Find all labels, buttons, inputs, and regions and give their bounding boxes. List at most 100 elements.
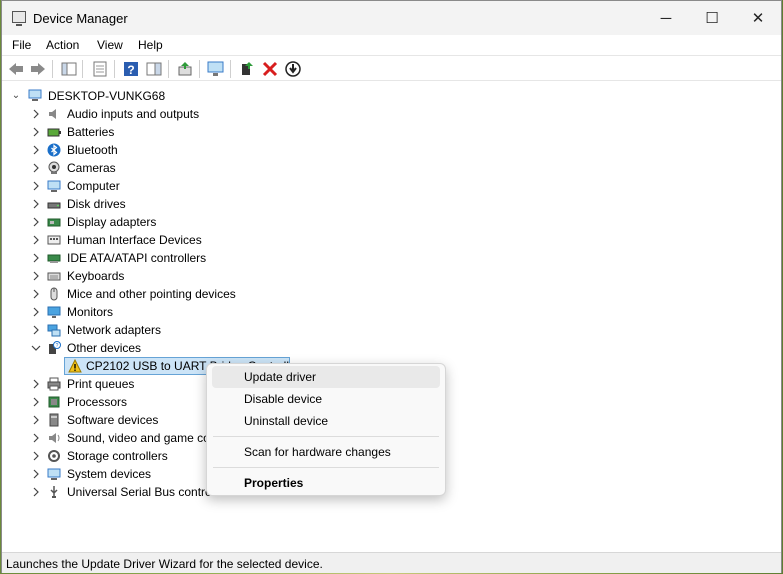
tree-category-human-interface-devices[interactable]: Human Interface Devices: [2, 231, 302, 249]
minimize-button[interactable]: ─: [643, 1, 689, 35]
tree-category-mice-and-other-pointing-devices[interactable]: Mice and other pointing devices: [2, 285, 302, 303]
tree-category-label: IDE ATA/ATAPI controllers: [67, 251, 207, 265]
processor-icon: [47, 395, 61, 409]
ctx-scan-hardware-label: Scan for hardware changes: [244, 445, 391, 459]
uninstall-device-icon[interactable]: [261, 60, 279, 78]
tree-category-label: Processors: [67, 395, 128, 409]
tree-category-label: Bluetooth: [67, 143, 118, 157]
tree-category-label: Cameras: [67, 161, 116, 175]
chevron-right-icon[interactable]: [30, 303, 42, 321]
network-adapter-icon: [47, 323, 61, 337]
printer-icon: [47, 377, 61, 391]
ctx-properties[interactable]: Properties: [212, 472, 440, 494]
menu-file[interactable]: File: [12, 38, 31, 52]
hid-icon: [47, 233, 61, 247]
chevron-right-icon[interactable]: [30, 177, 42, 195]
chevron-right-icon[interactable]: [30, 483, 42, 501]
chevron-right-icon[interactable]: [30, 195, 42, 213]
tree-category-bluetooth[interactable]: Bluetooth: [2, 141, 302, 159]
ctx-update-driver[interactable]: Update driver: [212, 366, 440, 388]
tree-category-batteries[interactable]: Batteries: [2, 123, 302, 141]
tree-category-label: Storage controllers: [67, 449, 168, 463]
device-manager-app-icon: [12, 11, 26, 26]
forward-arrow-icon[interactable]: [29, 60, 47, 78]
tree-category-audio-inputs-and-outputs[interactable]: Audio inputs and outputs: [2, 105, 302, 123]
mouse-icon: [47, 287, 61, 301]
chevron-down-icon[interactable]: ⌄: [10, 87, 22, 105]
tree-category-label: Audio inputs and outputs: [67, 107, 200, 121]
tree-category-label: Other devices: [67, 341, 142, 355]
menu-help[interactable]: Help: [138, 38, 163, 52]
chevron-down-icon[interactable]: [30, 339, 42, 357]
ctx-disable-device-label: Disable device: [244, 392, 323, 406]
disk-drive-icon: [47, 197, 61, 211]
scan-hardware-icon[interactable]: [207, 60, 225, 78]
chevron-right-icon[interactable]: [30, 285, 42, 303]
chevron-right-icon[interactable]: [30, 141, 42, 159]
chevron-right-icon[interactable]: [30, 465, 42, 483]
storage-controller-icon: [47, 449, 61, 463]
disable-device-icon[interactable]: [284, 60, 302, 78]
keyboard-icon: [47, 269, 61, 283]
ctx-separator: [213, 467, 439, 468]
chevron-right-icon[interactable]: [30, 393, 42, 411]
chevron-right-icon[interactable]: [30, 105, 42, 123]
camera-icon: [47, 161, 61, 175]
chevron-right-icon[interactable]: [30, 375, 42, 393]
chevron-right-icon[interactable]: [30, 231, 42, 249]
computer-icon: [47, 179, 61, 193]
chevron-right-icon[interactable]: [30, 123, 42, 141]
tree-category-disk-drives[interactable]: Disk drives: [2, 195, 302, 213]
tree-category-label: Universal Serial Bus contro: [67, 485, 212, 499]
title-bar[interactable]: Device Manager ─ ☐ ✕: [2, 1, 781, 35]
menu-view[interactable]: View: [97, 38, 123, 52]
tree-category-label: Human Interface Devices: [67, 233, 202, 247]
tree-category-label: System devices: [67, 467, 152, 481]
tree-root[interactable]: ⌄ DESKTOP-VUNKG68: [2, 87, 302, 105]
show-hide-console-tree-icon[interactable]: [60, 60, 78, 78]
tree-category-label: Mice and other pointing devices: [67, 287, 236, 301]
properties-icon[interactable]: [91, 60, 109, 78]
ctx-scan-hardware[interactable]: Scan for hardware changes: [212, 441, 440, 463]
usb-icon: [47, 485, 61, 499]
close-button[interactable]: ✕: [735, 1, 781, 35]
chevron-right-icon[interactable]: [30, 249, 42, 267]
chevron-right-icon[interactable]: [30, 321, 42, 339]
maximize-button[interactable]: ☐: [689, 1, 735, 35]
chevron-right-icon[interactable]: [30, 447, 42, 465]
tree-category-network-adapters[interactable]: Network adapters: [2, 321, 302, 339]
update-driver-icon[interactable]: [176, 60, 194, 78]
warning-device-icon: [68, 358, 82, 373]
bluetooth-icon: [47, 143, 61, 157]
tree-category-display-adapters[interactable]: Display adapters: [2, 213, 302, 231]
add-legacy-hardware-icon[interactable]: [238, 60, 256, 78]
tree-category-monitors[interactable]: Monitors: [2, 303, 302, 321]
monitor-icon: [47, 305, 61, 319]
tree-category-cameras[interactable]: Cameras: [2, 159, 302, 177]
ctx-disable-device[interactable]: Disable device: [212, 388, 440, 410]
tree-category-computer[interactable]: Computer: [2, 177, 302, 195]
other-devices-icon: ?: [47, 341, 61, 355]
action-pane-icon[interactable]: [145, 60, 163, 78]
software-device-icon: [47, 413, 61, 427]
tree-category-ide-ata-atapi-controllers[interactable]: IDE ATA/ATAPI controllers: [2, 249, 302, 267]
sound-icon: [47, 431, 61, 445]
chevron-right-icon[interactable]: [30, 267, 42, 285]
chevron-right-icon[interactable]: [30, 159, 42, 177]
ctx-uninstall-device[interactable]: Uninstall device: [212, 410, 440, 432]
status-bar: Launches the Update Driver Wizard for th…: [2, 552, 781, 573]
tree-category-label: Batteries: [67, 125, 115, 139]
back-arrow-icon[interactable]: [7, 60, 25, 78]
menu-action[interactable]: Action: [46, 38, 79, 52]
tree-category-keyboards[interactable]: Keyboards: [2, 267, 302, 285]
chevron-right-icon[interactable]: [30, 429, 42, 447]
svg-text:?: ?: [127, 63, 134, 77]
help-icon[interactable]: ?: [122, 60, 140, 78]
chevron-right-icon[interactable]: [30, 411, 42, 429]
tree-category-other-devices[interactable]: ? Other devices: [2, 339, 302, 357]
toolbar: ?: [2, 55, 781, 81]
svg-text:?: ?: [56, 343, 59, 349]
ctx-uninstall-device-label: Uninstall device: [244, 414, 329, 428]
computer-root-icon: [28, 89, 42, 103]
chevron-right-icon[interactable]: [30, 213, 42, 231]
